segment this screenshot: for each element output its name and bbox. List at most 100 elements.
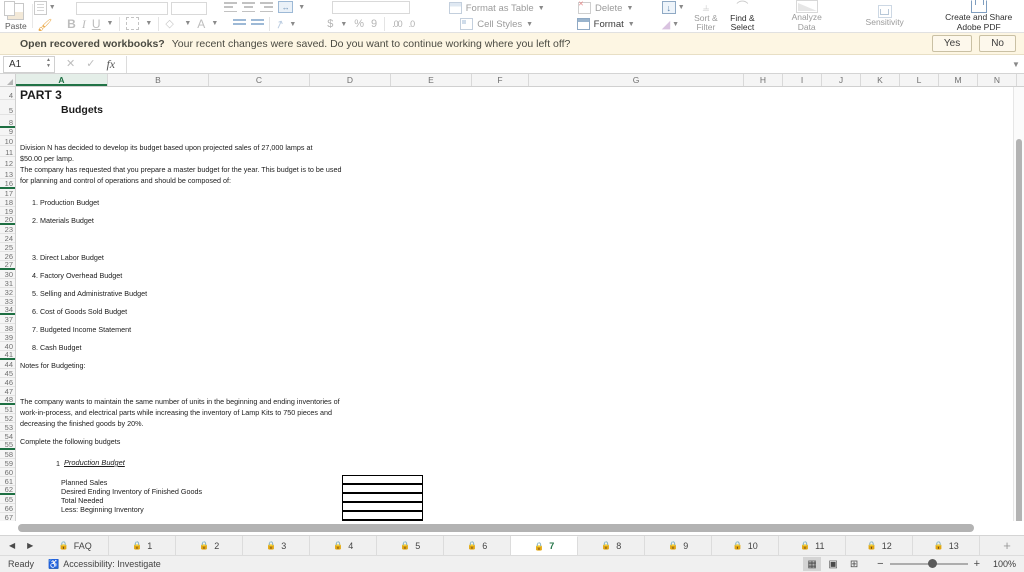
column-header-d[interactable]: D — [310, 74, 391, 86]
delete-button[interactable]: Delete ▼ — [577, 0, 633, 14]
row-header-66[interactable]: 66 — [0, 504, 15, 513]
add-sheet-button[interactable]: + — [990, 536, 1024, 555]
borders-icon[interactable] — [126, 17, 140, 30]
column-header-e[interactable]: E — [391, 74, 472, 86]
sheet-tab-10[interactable]: 🔒 10 — [712, 536, 780, 555]
row-header-23[interactable]: 23 — [0, 225, 15, 234]
row-header-25[interactable]: 25 — [0, 243, 15, 252]
column-header-l[interactable]: L — [900, 74, 939, 86]
sheet-tab-5[interactable]: 🔒 5 — [377, 536, 445, 555]
create-share-adobe-pdf-button[interactable]: Create and Share Adobe PDF — [933, 0, 1024, 32]
chevron-down-icon[interactable]: ▼ — [289, 21, 296, 28]
confirm-icon[interactable]: ✓ — [86, 58, 95, 70]
paste-button[interactable]: Paste — [0, 0, 32, 32]
row-header-45[interactable]: 45 — [0, 369, 15, 378]
row-header-60[interactable]: 60 — [0, 468, 15, 477]
copy-button[interactable]: ▼ — [33, 0, 56, 15]
format-as-table-button[interactable]: Format as Table ▼ — [448, 2, 545, 14]
column-header-a[interactable]: A — [16, 74, 108, 86]
row-header-32[interactable]: 32 — [0, 288, 15, 297]
zoom-in-button[interactable]: + — [974, 558, 980, 570]
row-header-16[interactable]: 16 — [0, 179, 15, 189]
format-button[interactable]: Format ▼ — [576, 18, 635, 30]
column-header-n[interactable]: N — [978, 74, 1017, 86]
sheet-tab-1[interactable]: 🔒 1 — [109, 536, 177, 555]
row-header-5[interactable]: 5 — [0, 100, 15, 115]
row-header-13[interactable]: 13 — [0, 168, 15, 179]
find-select-button[interactable]: ⌒ Find & Select — [727, 0, 758, 32]
row-header-10[interactable]: 10 — [0, 136, 15, 146]
chevron-down-icon[interactable]: ▼ — [49, 4, 56, 11]
sheet-next-icon[interactable]: ▶ — [27, 541, 33, 550]
sheet-tab-7[interactable]: 🔒 7 — [511, 536, 579, 555]
increase-decimal-icon[interactable]: .00 — [392, 19, 402, 29]
chevron-down-icon[interactable]: ▼ — [106, 20, 113, 27]
row-header-67[interactable]: 67 — [0, 513, 15, 521]
chevron-down-icon[interactable]: ▼ — [672, 21, 679, 28]
sheet-tab-3[interactable]: 🔒 3 — [243, 536, 311, 555]
row-header-31[interactable]: 31 — [0, 279, 15, 288]
sheet-tab-11[interactable]: 🔒 11 — [779, 536, 847, 555]
row-header-4[interactable]: 4 — [0, 87, 15, 100]
chevron-down-icon[interactable]: ▼ — [626, 5, 633, 12]
row-header-55[interactable]: 55 — [0, 440, 15, 450]
input-total-production[interactable] — [342, 520, 423, 521]
analyze-data-button[interactable]: Analyze Data — [777, 0, 837, 32]
row-header-48[interactable]: 48 — [0, 395, 15, 405]
align-center-icon[interactable] — [242, 2, 256, 12]
chevron-down-icon[interactable]: ▼ — [628, 21, 635, 28]
row-header-18[interactable]: 18 — [0, 198, 15, 207]
insert-function-icon[interactable]: fx — [106, 58, 115, 70]
chevron-down-icon[interactable]: ▼ — [145, 20, 152, 27]
chevron-down-icon[interactable]: ▼ — [678, 4, 685, 11]
recovery-yes-button[interactable]: Yes — [931, 35, 973, 52]
row-header-27[interactable]: 27 — [0, 260, 15, 270]
vertical-scrollbar-thumb[interactable] — [1016, 139, 1022, 521]
expand-formula-bar-icon[interactable]: ▼ — [1008, 60, 1024, 69]
input-total-needed[interactable] — [342, 493, 423, 502]
normal-view-button[interactable]: ▦ — [803, 557, 822, 571]
chevron-down-icon[interactable]: ▼ — [298, 4, 305, 11]
align-right-icon[interactable] — [260, 2, 274, 12]
font-name-input[interactable] — [76, 1, 169, 15]
increase-indent-icon[interactable] — [251, 19, 265, 29]
autosum-button[interactable]: ▼ — [661, 1, 685, 14]
underline-button[interactable]: U — [92, 18, 101, 30]
font-color-icon[interactable]: A — [197, 18, 205, 30]
row-header-12[interactable]: 12 — [0, 157, 15, 168]
row-header-34[interactable]: 34 — [0, 305, 15, 315]
chevron-down-icon[interactable]: ▼ — [184, 20, 191, 27]
row-header-38[interactable]: 38 — [0, 324, 15, 333]
chevron-down-icon[interactable]: ▼ — [538, 5, 545, 12]
column-header-g[interactable]: G — [529, 74, 744, 86]
row-header-46[interactable]: 46 — [0, 378, 15, 387]
recovery-no-button[interactable]: No — [979, 35, 1016, 52]
row-header-51[interactable]: 51 — [0, 405, 15, 414]
row-header-30[interactable]: 30 — [0, 270, 15, 279]
row-header-62[interactable]: 62 — [0, 485, 15, 495]
sort-filter-button[interactable]: ⫨ Sort & Filter — [691, 0, 722, 32]
horizontal-scrollbar-thumb[interactable] — [18, 524, 974, 532]
clear-button[interactable]: ◢ ▼ — [662, 18, 685, 31]
column-header-k[interactable]: K — [861, 74, 900, 86]
zoom-out-button[interactable]: − — [877, 558, 883, 570]
row-header-53[interactable]: 53 — [0, 423, 15, 432]
input-desired-ending[interactable] — [342, 484, 423, 493]
chevron-down-icon[interactable]: ▼ — [526, 21, 533, 28]
sheet-prev-icon[interactable]: ◀ — [9, 541, 15, 550]
row-header-17[interactable]: 17 — [0, 189, 15, 198]
row-header-65[interactable]: 65 — [0, 495, 15, 504]
accessibility-status[interactable]: ♿ Accessibility: Investigate — [48, 559, 161, 570]
column-header-h[interactable]: H — [744, 74, 783, 86]
row-header-20[interactable]: 20 — [0, 215, 15, 225]
zoom-slider[interactable] — [889, 559, 968, 568]
input-blank[interactable] — [342, 511, 423, 520]
vertical-scrollbar[interactable] — [1013, 87, 1024, 521]
decrease-decimal-icon[interactable]: .0 — [409, 19, 415, 29]
italic-button[interactable]: I — [82, 18, 86, 30]
number-format-select[interactable] — [331, 1, 410, 14]
horizontal-scrollbar[interactable] — [0, 521, 1024, 535]
chevron-down-icon[interactable]: ▼ — [340, 21, 347, 28]
page-break-view-button[interactable]: ⊞ — [845, 557, 863, 571]
fill-color-icon[interactable]: ◇ — [165, 17, 178, 30]
